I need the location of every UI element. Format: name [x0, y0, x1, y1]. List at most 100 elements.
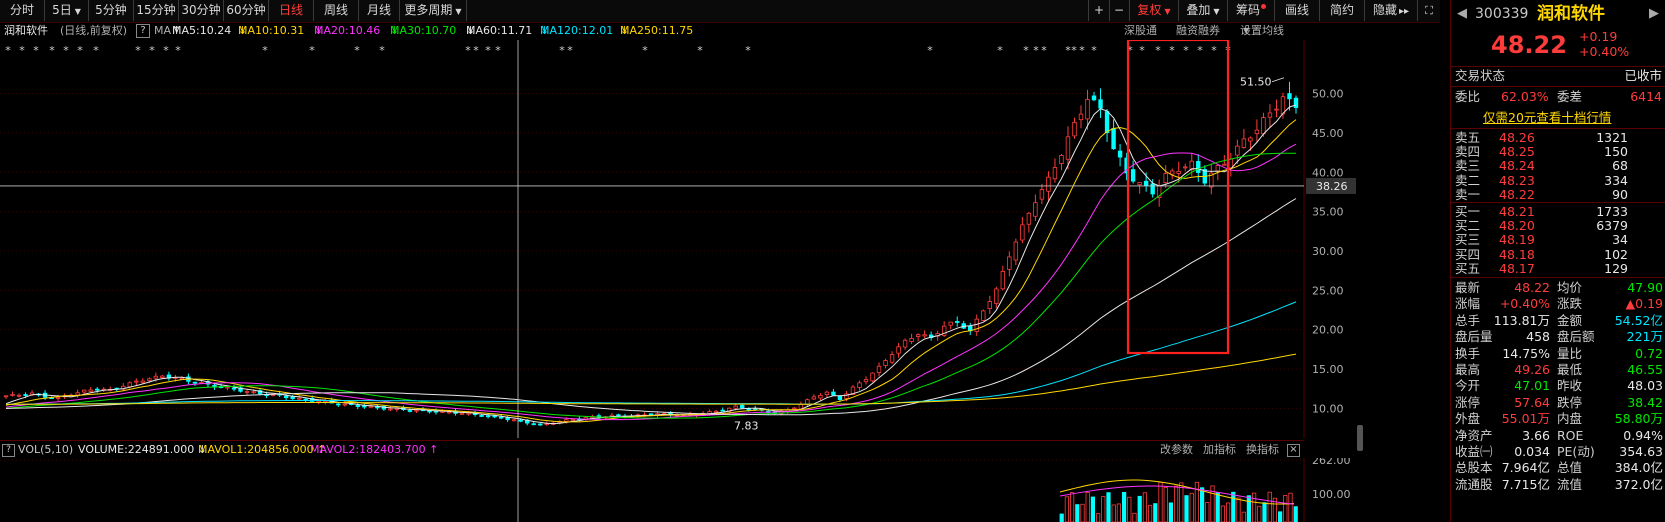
- ask-label: 卖五: [1455, 130, 1481, 145]
- bid-row[interactable]: 买三 48.19 34: [1451, 233, 1665, 247]
- divider: [1451, 66, 1665, 67]
- candle-body: [1065, 136, 1071, 160]
- candle-body: [616, 414, 621, 417]
- simple-mode-button[interactable]: 简约: [1320, 0, 1365, 21]
- candle-body: [303, 398, 308, 401]
- tab-more-periods[interactable]: 更多周期 ▼: [400, 0, 467, 21]
- switch-indicator-link[interactable]: 换指标: [1246, 441, 1279, 459]
- stat-label: 金额: [1557, 312, 1583, 328]
- candle-body: [414, 409, 419, 412]
- stat-value: 3.66: [1522, 427, 1550, 443]
- ask-row[interactable]: 卖二 48.23 334: [1451, 173, 1665, 188]
- tab-60min[interactable]: 60分钟: [224, 0, 269, 21]
- draw-line-button[interactable]: 画线: [1275, 0, 1320, 21]
- arrow-down-icon: ↓: [238, 24, 248, 37]
- candle-body: [1248, 137, 1253, 142]
- bid-price: 48.17: [1499, 260, 1535, 276]
- shenzhen-connect-link[interactable]: 深股通: [1124, 22, 1157, 40]
- price-change: +0.19: [1579, 29, 1618, 44]
- event-marker-icon: *: [1139, 44, 1145, 57]
- candle-body: [498, 416, 504, 419]
- tab-15min[interactable]: 15分钟: [134, 0, 179, 21]
- volume-bar: [1163, 487, 1168, 522]
- arrow-down-icon: ↓: [466, 24, 476, 37]
- volume-bar: [1158, 481, 1163, 522]
- adjust-dropdown[interactable]: 复权 ▼: [1130, 0, 1179, 21]
- next-stock-icon[interactable]: ▶: [1649, 4, 1659, 24]
- ma-item-text: MA250:11.75: [620, 24, 694, 37]
- ask-row[interactable]: 卖五 48.26 1321: [1451, 131, 1665, 145]
- edit-params-link[interactable]: 改参数: [1160, 441, 1193, 459]
- hide-panel-button[interactable]: 隐藏 ▸▸: [1365, 0, 1418, 21]
- help-button[interactable]: ?: [136, 24, 150, 38]
- stat-value: 49.26: [1514, 362, 1550, 377]
- bid-row[interactable]: 买五 48.17 129: [1451, 260, 1665, 276]
- candle-body: [355, 405, 361, 407]
- volume-chart[interactable]: 262.00 100.00: [0, 458, 1360, 522]
- bid-row[interactable]: 买二 48.20 6379: [1451, 219, 1665, 233]
- stat-value: 458: [1526, 329, 1550, 345]
- volume-bar: [1137, 495, 1142, 522]
- bid-row[interactable]: 买一 48.21 1733: [1451, 205, 1665, 219]
- bid-row[interactable]: 买四 48.18 102: [1451, 247, 1665, 262]
- event-marker-icon: *: [1155, 44, 1161, 57]
- bid-volume: 6379: [1596, 218, 1628, 234]
- tab-30min[interactable]: 30分钟: [179, 0, 224, 21]
- stat-label: PE(动): [1557, 444, 1595, 459]
- panel-splitter-handle[interactable]: [1357, 425, 1363, 451]
- stats-row: 流通股 7.715亿 流值 372.0亿: [1451, 477, 1665, 493]
- stat-value: 221万: [1626, 329, 1663, 345]
- margin-trading-link[interactable]: 融资融券: [1176, 22, 1220, 40]
- tab-5min[interactable]: 5分钟: [89, 0, 134, 21]
- candle-body: [1196, 161, 1201, 173]
- stat-value: ▲0.19: [1625, 296, 1663, 312]
- candlestick-chart[interactable]: 50.00 45.00 40.00 35.00 30.00 25.00 20.00 15.00…: [0, 40, 1360, 438]
- zoom-out-button[interactable]: −: [1109, 0, 1130, 21]
- ask-row[interactable]: 卖四 48.25 150: [1451, 145, 1665, 159]
- event-marker-icon: *: [1079, 44, 1085, 57]
- high-price-label: 51.50: [1240, 76, 1272, 89]
- volume-bar: [1148, 504, 1153, 522]
- fullscreen-button[interactable]: ⛶: [1418, 0, 1440, 21]
- tab-daily[interactable]: 日线: [269, 0, 314, 21]
- stat-label: ROE: [1557, 427, 1584, 443]
- event-marker-icon: *: [93, 44, 99, 57]
- ask-row[interactable]: 卖一 48.22 90: [1451, 187, 1665, 202]
- add-indicator-link[interactable]: 加指标: [1203, 441, 1236, 459]
- candle-body: [824, 391, 830, 396]
- ask-volume: 1321: [1596, 130, 1628, 145]
- tab-intraday[interactable]: 分时: [0, 0, 45, 21]
- low-price-label: 7.83: [734, 419, 759, 432]
- bid-volume: 1733: [1596, 204, 1628, 219]
- vol-tick-label: 262.00: [1312, 458, 1351, 467]
- candle-body: [889, 354, 895, 363]
- ask-label: 卖三: [1455, 158, 1481, 174]
- mavol1-text: MAVOL1:204856.000: [198, 443, 314, 456]
- chips-button[interactable]: 筹码: [1228, 0, 1275, 21]
- close-icon[interactable]: ×: [1287, 444, 1300, 457]
- tab-weekly[interactable]: 周线: [314, 0, 359, 21]
- level2-promo-link[interactable]: 仅需20元查看十档行情: [1483, 110, 1611, 126]
- bid-label: 买一: [1455, 204, 1481, 219]
- candle-body: [981, 310, 986, 321]
- candle-body: [375, 406, 380, 409]
- overlay-dropdown[interactable]: 叠加 ▼: [1179, 0, 1228, 21]
- tab-monthly[interactable]: 月线: [359, 0, 400, 21]
- stat-label: 最高: [1455, 362, 1481, 377]
- candle-body: [75, 392, 80, 396]
- ask-price: 48.25: [1499, 144, 1535, 160]
- volume-bar: [1090, 496, 1095, 522]
- trade-status-row: 交易状态 已收市: [1451, 68, 1665, 84]
- y-tick-label: 10.00: [1312, 402, 1344, 415]
- candle-body: [1020, 224, 1025, 241]
- tab-5day[interactable]: 5日 ▼: [45, 0, 89, 21]
- ask-row[interactable]: 卖三 48.24 68: [1451, 159, 1665, 173]
- caret-down-icon: ▼: [1164, 7, 1171, 16]
- help-icon[interactable]: ?: [2, 444, 15, 457]
- candle-body: [3, 395, 9, 398]
- zoom-in-button[interactable]: +: [1088, 0, 1110, 21]
- arrow-down-icon: ↓: [540, 24, 550, 37]
- candle-body: [837, 395, 843, 400]
- prev-stock-icon[interactable]: ◀: [1457, 4, 1467, 24]
- stat-value: 372.0亿: [1614, 476, 1663, 492]
